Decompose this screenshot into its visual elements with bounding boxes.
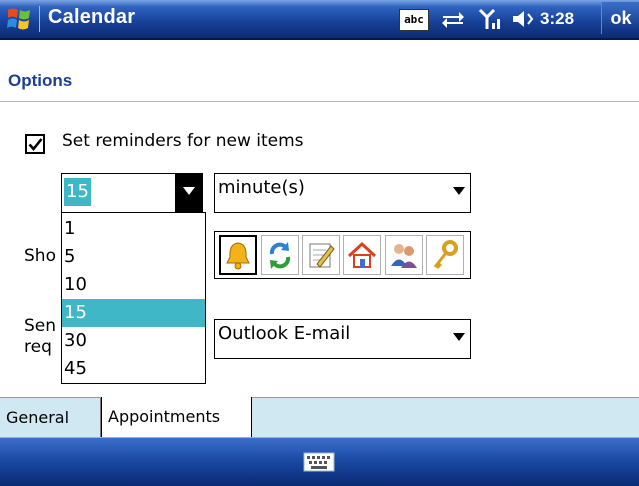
bell-icon[interactable] (219, 235, 257, 275)
notes-icon[interactable] (302, 235, 340, 275)
chevron-down-icon (453, 333, 465, 341)
tab-general[interactable]: General (0, 398, 101, 438)
signal-icon[interactable] (478, 8, 504, 30)
unit-dropdown-button[interactable] (446, 174, 470, 212)
checkmark-icon (28, 138, 43, 152)
send-requests-combo[interactable]: Outlook E-mail (214, 319, 471, 359)
send-requests-dropdown-button[interactable] (446, 320, 470, 358)
app-title: Calendar (48, 6, 136, 28)
dropdown-option[interactable]: 10 (62, 271, 205, 299)
dropdown-option[interactable]: 5 (62, 243, 205, 271)
reminder-unit-value: minute(s) (218, 177, 305, 198)
tab-appointments[interactable]: Appointments (101, 397, 252, 438)
send-requests-value: Outlook E-mail (218, 323, 351, 344)
dropdown-option-selected[interactable]: 15 (62, 299, 205, 327)
quantity-dropdown-list: 1 5 10 15 30 45 (61, 212, 206, 384)
soft-key-bar (0, 437, 639, 486)
tab-bar: General Appointments (0, 397, 639, 438)
dropdown-option[interactable]: 30 (62, 327, 205, 355)
send-requests-label: Sen (24, 316, 57, 336)
dropdown-option[interactable]: 45 (62, 355, 205, 383)
reminder-quantity-value[interactable]: 15 (64, 178, 91, 206)
chevron-down-icon (183, 187, 195, 195)
home-icon[interactable] (343, 235, 381, 275)
reminder-quantity-combo[interactable]: 15 (61, 173, 203, 213)
page-title: Options (8, 71, 73, 90)
reminder-unit-combo[interactable]: minute(s) (214, 173, 471, 213)
windows-start-icon[interactable] (6, 6, 32, 32)
header-divider (0, 101, 639, 102)
title-divider (39, 6, 40, 32)
show-icons-label: Sho (24, 246, 56, 266)
reminders-checkbox-label[interactable]: Set reminders for new items (62, 131, 304, 151)
attendees-icon[interactable] (385, 235, 423, 275)
volume-icon[interactable] (511, 8, 537, 30)
dropdown-option[interactable]: 1 (62, 215, 205, 243)
connectivity-icon[interactable] (440, 8, 466, 30)
key-icon[interactable] (426, 235, 464, 275)
title-bar: Calendar abc 3:28 ok (0, 0, 639, 40)
reminders-checkbox[interactable] (25, 134, 45, 154)
quantity-dropdown-button[interactable] (175, 174, 202, 212)
send-requests-label-line2: req (24, 337, 52, 357)
show-icons-strip (214, 231, 471, 279)
keyboard-icon[interactable] (303, 452, 335, 472)
chevron-down-icon (453, 187, 465, 195)
clock[interactable]: 3:28 (540, 9, 574, 29)
recurrence-icon[interactable] (261, 235, 299, 275)
ok-button[interactable]: ok (601, 2, 639, 34)
input-method-icon[interactable]: abc (399, 9, 429, 31)
